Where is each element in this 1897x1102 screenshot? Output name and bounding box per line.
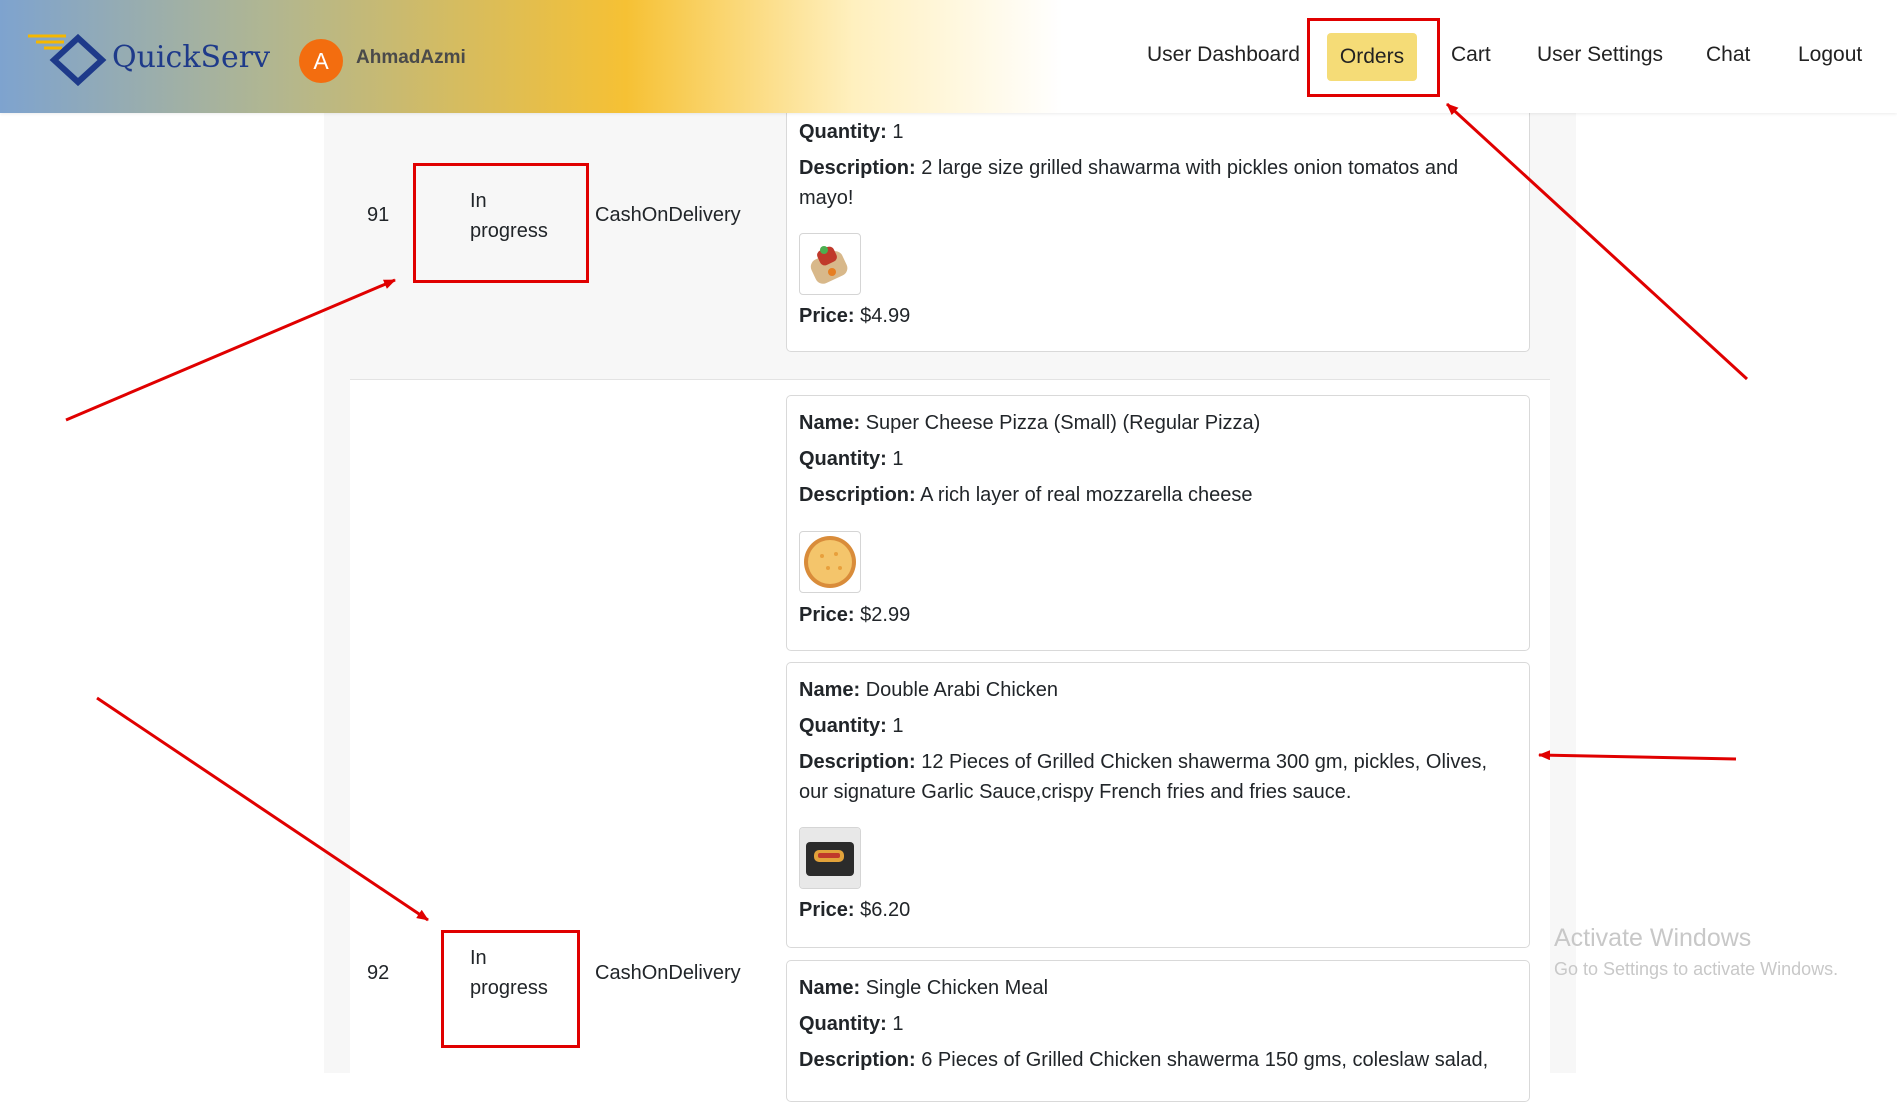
payment-method: CashOnDelivery: [595, 204, 741, 226]
order-item-card: Quantity: 1 Description: 2 large size gr…: [786, 80, 1530, 352]
quantity-value: 1: [892, 448, 904, 470]
orders-highlight-box: [1307, 18, 1440, 97]
description-label: Description:: [799, 751, 916, 773]
name-label: Name:: [799, 679, 861, 701]
price-value: $2.99: [860, 604, 911, 626]
chicken-platter-image: [799, 827, 861, 889]
item-price: Price: $4.99: [799, 301, 1517, 331]
nav-user-settings[interactable]: User Settings: [1537, 43, 1663, 67]
description-value: 6 Pieces of Grilled Chicken shawerma 150…: [921, 1049, 1489, 1071]
top-navbar: QuickServ A AhmadAzmi User Dashboard Ord…: [0, 0, 1897, 113]
description-label: Description:: [799, 1049, 916, 1071]
name-value: Single Chicken Meal: [865, 977, 1049, 999]
quantity-label: Quantity:: [799, 1013, 887, 1035]
price-label: Price:: [799, 604, 855, 626]
nav-user-dashboard[interactable]: User Dashboard: [1147, 43, 1300, 67]
order-id: 92: [367, 962, 390, 984]
order-item-card: Name: Single Chicken Meal Quantity: 1 De…: [786, 960, 1530, 1102]
order-item-card: Name: Super Cheese Pizza (Small) (Regula…: [786, 395, 1530, 651]
item-description: Description: 2 large size grilled shawar…: [799, 153, 1517, 213]
quantity-value: 1: [892, 1013, 904, 1035]
quantity-label: Quantity:: [799, 448, 887, 470]
windows-activation-title: Activate Windows: [1554, 924, 1752, 952]
nav-cart[interactable]: Cart: [1451, 43, 1491, 67]
quantity-value: 1: [892, 121, 904, 143]
user-avatar[interactable]: A: [299, 39, 343, 83]
price-label: Price:: [799, 305, 855, 327]
description-label: Description:: [799, 484, 916, 506]
item-quantity: Quantity: 1: [799, 117, 1517, 147]
status-highlight-box: [441, 930, 580, 1048]
name-label: Name:: [799, 977, 861, 999]
brand-name[interactable]: QuickServ: [112, 40, 270, 75]
pizza-image: [799, 531, 861, 593]
order-id: 91: [367, 204, 390, 226]
name-value: Super Cheese Pizza (Small) (Regular Pizz…: [865, 412, 1261, 434]
quantity-value: 1: [892, 715, 904, 737]
item-quantity: Quantity: 1: [799, 1009, 1517, 1039]
nav-chat[interactable]: Chat: [1706, 43, 1750, 67]
item-price: Price: $2.99: [799, 600, 1517, 630]
description-value: A rich layer of real mozzarella cheese: [920, 484, 1253, 506]
payment-method: CashOnDelivery: [595, 962, 741, 984]
price-label: Price:: [799, 899, 855, 921]
quantity-label: Quantity:: [799, 715, 887, 737]
shawarma-wrap-image: [799, 233, 861, 295]
item-name: Name: Super Cheese Pizza (Small) (Regula…: [799, 408, 1517, 438]
item-name: Name: Single Chicken Meal: [799, 973, 1517, 1003]
item-quantity: Quantity: 1: [799, 711, 1517, 741]
item-description: Description: A rich layer of real mozzar…: [799, 480, 1517, 510]
order-item-card: Name: Double Arabi Chicken Quantity: 1 D…: [786, 662, 1530, 948]
nav-logout[interactable]: Logout: [1798, 43, 1862, 67]
item-price: Price: $6.20: [799, 895, 1517, 925]
username: AhmadAzmi: [356, 47, 466, 68]
quickserv-logo-icon[interactable]: [26, 30, 114, 90]
item-quantity: Quantity: 1: [799, 444, 1517, 474]
quantity-label: Quantity:: [799, 121, 887, 143]
windows-activation-subtitle: Go to Settings to activate Windows.: [1554, 959, 1839, 979]
item-description: Description: 6 Pieces of Grilled Chicken…: [799, 1045, 1517, 1075]
item-name: Name: Double Arabi Chicken: [799, 675, 1517, 705]
name-value: Double Arabi Chicken: [865, 679, 1059, 701]
price-value: $4.99: [860, 305, 911, 327]
status-highlight-box: [413, 163, 589, 283]
description-label: Description:: [799, 157, 916, 179]
item-description: Description: 12 Pieces of Grilled Chicke…: [799, 747, 1517, 807]
name-label: Name:: [799, 412, 861, 434]
price-value: $6.20: [860, 899, 911, 921]
